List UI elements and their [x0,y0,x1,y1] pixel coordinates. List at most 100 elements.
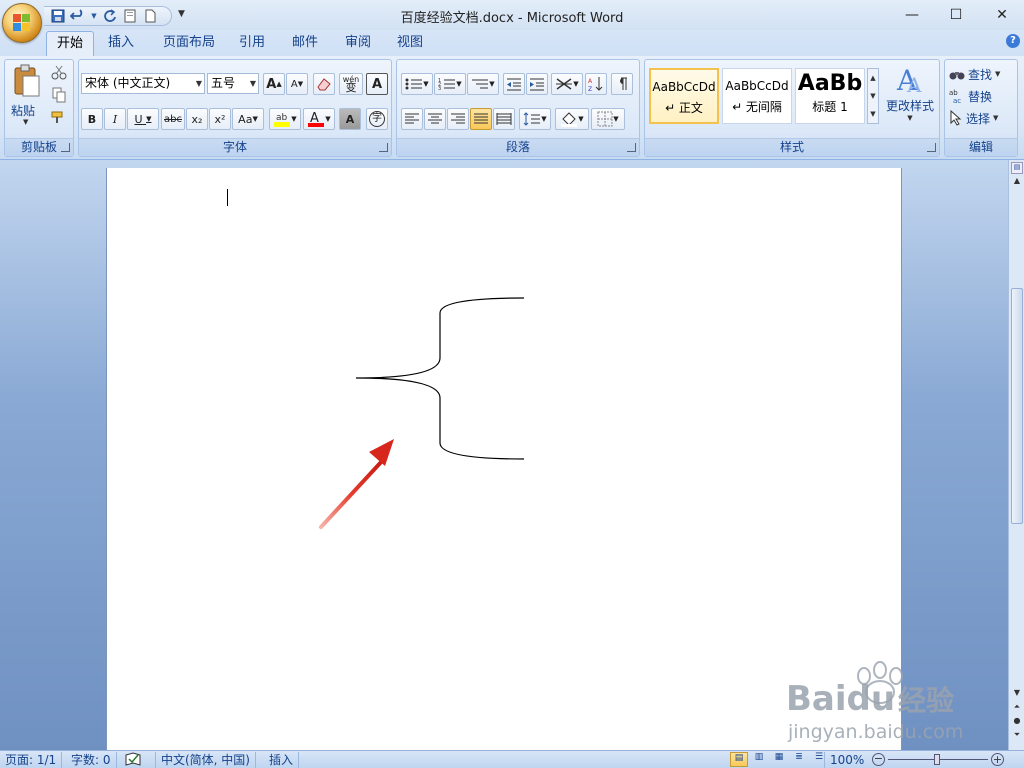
help-icon[interactable]: ? [1006,34,1020,48]
char-border-icon: A [371,76,383,92]
justify-button[interactable] [470,108,492,130]
shading-button[interactable]: ▼ [555,108,589,130]
subscript-button[interactable]: x₂ [186,108,208,130]
font-size-dropdown-icon[interactable]: ▼ [250,74,256,93]
previous-page-icon[interactable]: ⏶ [1011,702,1023,714]
status-language[interactable]: 中文(简体, 中国) [156,752,256,768]
superscript-button[interactable]: x² [209,108,231,130]
multilevel-list-button[interactable]: ▼ [467,73,499,95]
select-browse-object-icon[interactable]: ● [1011,716,1023,728]
redo-button[interactable] [102,8,118,24]
phonetic-guide-button[interactable]: wén 变 [339,73,363,95]
styles-launcher-icon[interactable] [927,143,936,152]
select-label: 选择 [966,111,991,126]
shrink-font-button[interactable]: A ▼ [286,73,308,95]
save-button[interactable] [50,8,66,24]
tab-home[interactable]: 开始 [46,31,95,56]
char-shading-button[interactable]: A [339,108,361,130]
full-screen-reading-view-icon[interactable]: ▥ [750,752,768,767]
proofing-status[interactable] [120,752,156,768]
highlight-button[interactable]: ab ▼ [269,108,301,130]
status-page[interactable]: 页面: 1/1 [0,752,63,768]
office-button[interactable] [2,3,42,43]
maximize-button[interactable]: ☐ [934,0,978,30]
clipboard-launcher-icon[interactable] [61,143,70,152]
tab-references[interactable]: 引用 [229,31,275,56]
underline-button[interactable]: U ▼ [127,108,159,130]
style-normal-preview: AaBbCcDd [652,80,716,94]
enclose-characters-button[interactable]: 字 [366,108,388,130]
cut-button[interactable] [51,64,67,83]
italic-button[interactable]: I [104,108,126,130]
align-left-button[interactable] [401,108,423,130]
strikethrough-button[interactable]: abc [161,108,185,130]
scroll-thumb[interactable] [1011,288,1023,524]
borders-button[interactable]: ▼ [591,108,625,130]
paste-button[interactable]: 粘贴 ▼ [9,62,45,130]
scroll-down-icon[interactable]: ▼ [1011,688,1023,700]
left-brace-shape[interactable] [355,297,525,460]
undo-dropdown[interactable]: ▼ [90,8,98,24]
zoom-level[interactable]: 100% [824,752,869,768]
grow-font-button[interactable]: A ▲ [263,73,285,95]
next-page-icon[interactable]: ⏷ [1011,730,1023,742]
undo-button[interactable] [70,8,86,24]
office-logo-icon [13,14,31,32]
tab-mailings[interactable]: 邮件 [282,31,328,56]
clear-format-button[interactable] [313,73,335,95]
font-name-dropdown-icon[interactable]: ▼ [196,74,202,93]
tab-review[interactable]: 审阅 [335,31,381,56]
scroll-up-icon[interactable]: ▲ [1011,176,1023,188]
line-spacing-button[interactable]: ▼ [519,108,551,130]
ruler-toggle-icon[interactable]: ▤ [1011,162,1023,174]
new-document-button[interactable] [142,8,158,24]
paragraph-launcher-icon[interactable] [627,143,636,152]
select-button[interactable]: 选择 ▼ [949,109,998,127]
font-name-combo[interactable]: 宋体 (中文正文) ▼ [81,73,205,94]
format-painter-button[interactable] [51,110,67,129]
font-launcher-icon[interactable] [379,143,388,152]
minimize-button[interactable]: — [890,0,934,30]
style-heading-1[interactable]: AaBb 标题 1 [795,68,865,124]
increase-indent-button[interactable] [526,73,548,95]
tab-page-layout[interactable]: 页面布局 [153,31,225,56]
zoom-in-icon[interactable]: + [991,753,1004,766]
print-preview-button[interactable] [122,8,138,24]
decrease-indent-button[interactable] [503,73,525,95]
change-case-button[interactable]: Aa ▼ [232,108,264,130]
enclose-characters-icon: 字 [369,111,385,127]
print-layout-view-icon[interactable]: ▤ [730,752,748,767]
bold-button[interactable]: B [81,108,103,130]
outline-view-icon[interactable]: ≣ [790,752,808,767]
distributed-button[interactable] [493,108,515,130]
style-no-spacing[interactable]: AaBbCcDd ↵ 无间隔 [722,68,792,124]
styles-scroll[interactable]: ▲ ▼ ▼ [867,68,879,124]
char-border-button[interactable]: A [366,73,388,95]
find-button[interactable]: 查找 ▼ [949,65,1000,83]
paragraph-mark-icon [620,77,627,90]
chinese-layout-button[interactable]: ▼ [551,73,583,95]
font-color-button[interactable]: A ▼ [303,108,335,130]
zoom-slider-thumb[interactable] [934,754,940,765]
zoom-out-icon[interactable]: − [872,753,885,766]
vertical-scrollbar[interactable]: ▤ ▲ ▼ ⏶ ● ⏷ [1008,160,1024,750]
tab-view[interactable]: 视图 [387,31,433,56]
bullets-button[interactable]: ▼ [401,73,433,95]
status-insert-mode[interactable]: 插入 [264,752,300,768]
align-right-button[interactable] [447,108,469,130]
font-size-combo[interactable]: 五号 ▼ [207,73,259,94]
show-marks-button[interactable] [611,73,633,95]
align-center-button[interactable] [424,108,446,130]
web-layout-view-icon[interactable]: ▦ [770,752,788,767]
change-styles-button[interactable]: AA 更改样式 ▼ [885,64,935,134]
replace-button[interactable]: ab ac 替换 [949,87,992,105]
document-page[interactable] [106,168,902,758]
close-button[interactable]: ✕ [980,0,1024,30]
status-word-count[interactable]: 字数: 0 [66,752,117,768]
copy-button[interactable] [51,87,67,106]
tab-insert[interactable]: 插入 [98,31,144,56]
numbering-button[interactable]: 1 2 3 ▼ [434,73,466,95]
style-normal[interactable]: AaBbCcDd ↵ 正文 [649,68,719,124]
sort-button[interactable]: AZ [585,73,607,95]
customize-qat-icon[interactable]: ▼ [178,9,185,19]
